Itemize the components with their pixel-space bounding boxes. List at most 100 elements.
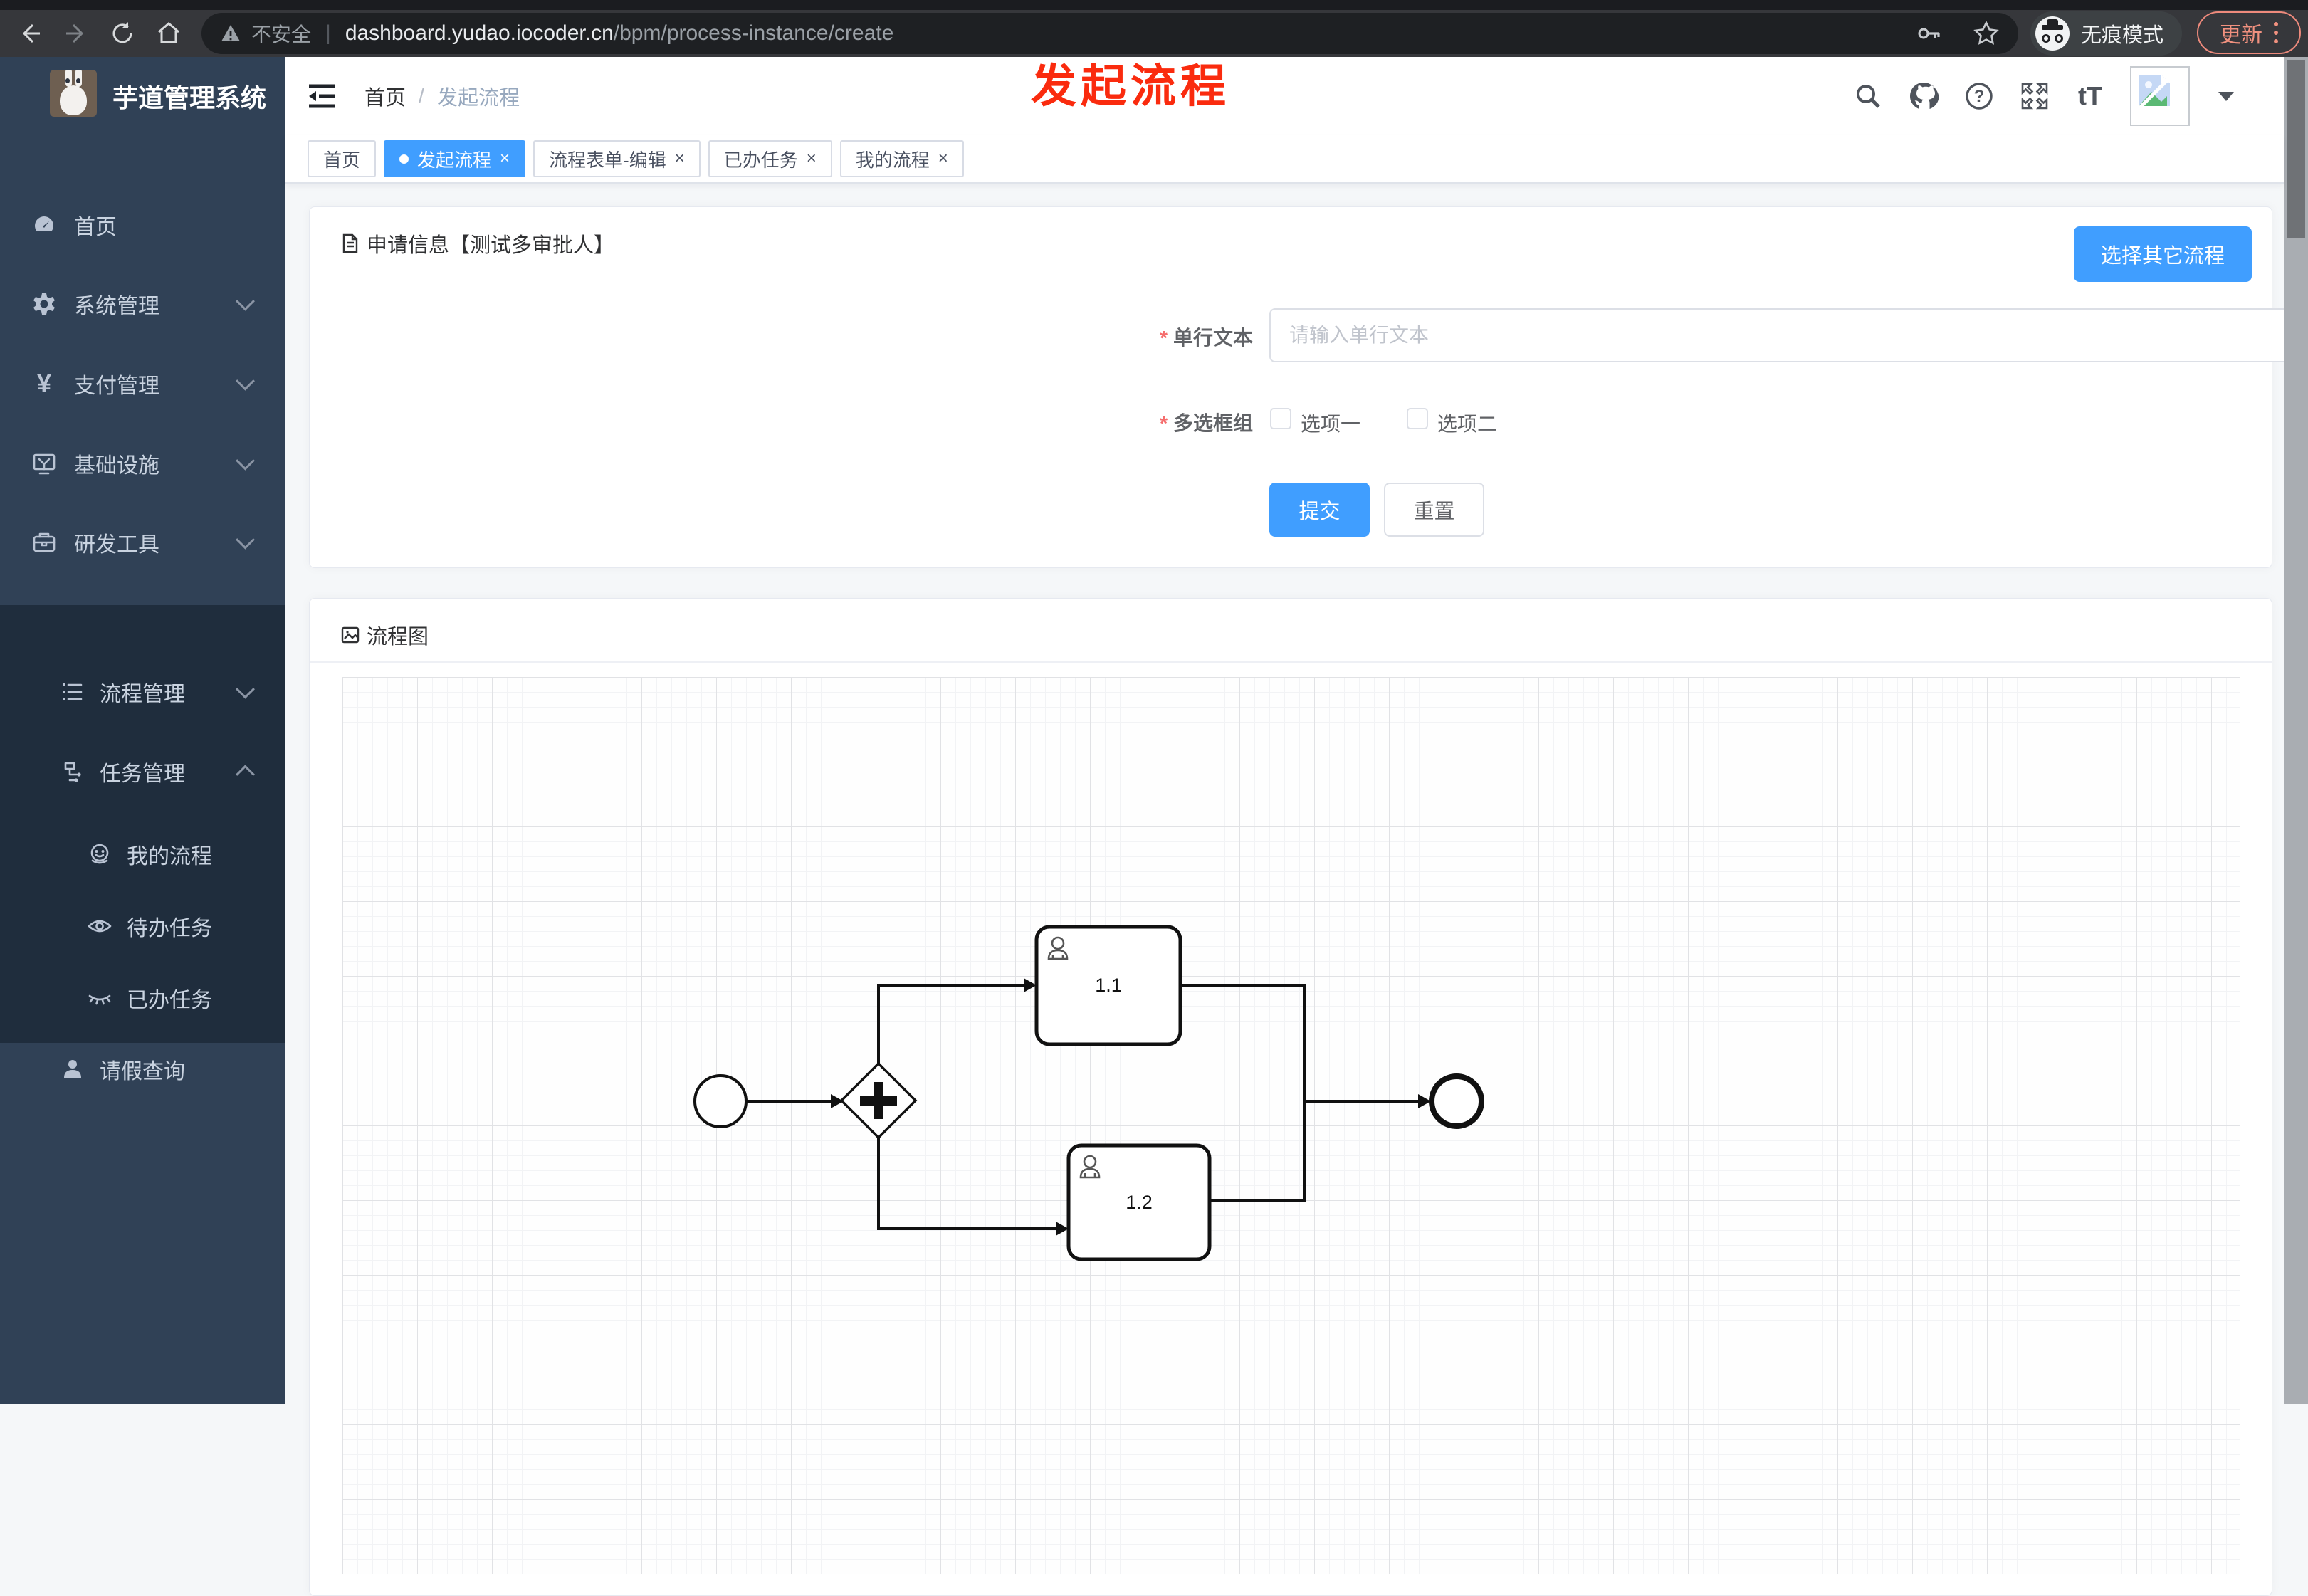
dashboard-icon [28, 211, 60, 238]
task2-label: 1.2 [1126, 1192, 1153, 1213]
app-title: 芋道管理系统 [112, 83, 267, 112]
update-label[interactable]: 更新 [2220, 17, 2262, 48]
chevron-down-icon [236, 530, 255, 550]
sidebar-item-infra[interactable]: 基础设施 [0, 424, 285, 503]
page-scrollbar[interactable] [2284, 57, 2308, 1404]
warning-icon [221, 25, 240, 41]
active-dot-icon [399, 154, 409, 164]
tab-home[interactable]: 首页 [308, 140, 377, 177]
workflow-submenu: 流程管理 任务管理 我的流程 待办任务 已办任务 请假查询 [0, 605, 285, 1083]
end-event [1429, 1073, 1484, 1129]
incognito-icon [2035, 16, 2070, 51]
chevron-down-icon [236, 451, 255, 471]
tab-form-edit[interactable]: 流程表单-编辑 × [533, 140, 701, 177]
breadcrumb-separator: / [419, 84, 425, 107]
single-line-text-input[interactable] [1269, 308, 2308, 362]
checkbox-group-label: * 多选框组 [1160, 412, 1253, 434]
eye-icon [84, 913, 115, 940]
svg-text:?: ? [1974, 87, 1985, 106]
divider [310, 661, 2272, 663]
app-header: 首页 / 发起流程 ? tT [285, 57, 2284, 135]
sidebar-item-payment[interactable]: ¥ 支付管理 [0, 344, 285, 424]
image-icon [341, 626, 360, 644]
sidebar-item-home[interactable]: 首页 [0, 185, 285, 265]
apply-info-panel: 申请信息【测试多审批人】 选择其它流程 *单行文本 *多选框组 选项一 选项二 … [309, 206, 2308, 568]
collapse-sidebar-icon[interactable] [306, 80, 337, 112]
breadcrumb: 首页 / 发起流程 [364, 57, 520, 135]
url-host[interactable]: dashboard.yudao.iocoder.cn [345, 21, 614, 46]
tab-done-tasks[interactable]: 已办任务 × [708, 140, 832, 177]
avatar[interactable] [2130, 66, 2190, 126]
avatar-dropdown-caret[interactable] [2218, 91, 2234, 101]
bpmn-diagram: 1.1 1.2 [693, 925, 1484, 1261]
process-diagram-panel: 流程图 1.1 1.2 [309, 598, 2272, 1596]
checkbox-option-1-label[interactable]: 选项一 [1301, 409, 1360, 437]
close-icon[interactable]: × [807, 150, 817, 167]
checkbox-option-2-label[interactable]: 选项二 [1437, 409, 1497, 437]
checkbox-option-2[interactable] [1407, 408, 1428, 429]
diagram-panel-title: 流程图 [340, 620, 429, 650]
checkbox-option-1[interactable] [1270, 408, 1291, 429]
key-icon[interactable] [1916, 21, 1941, 46]
eye-closed-icon [84, 985, 115, 1012]
chevron-down-icon [236, 371, 255, 391]
github-icon[interactable] [1908, 80, 1939, 112]
forward-icon[interactable] [57, 14, 95, 53]
update-button[interactable]: 更新 [2197, 11, 2301, 54]
fullscreen-icon[interactable] [2019, 80, 2050, 112]
document-icon [342, 233, 358, 253]
yuan-icon: ¥ [36, 369, 52, 398]
reset-button[interactable]: 重置 [1384, 483, 1484, 537]
back-icon[interactable] [11, 14, 49, 53]
url-path[interactable]: /bpm/process-instance/create [614, 21, 894, 46]
home-icon[interactable] [150, 14, 188, 53]
app-logo-row[interactable]: 芋道管理系统 [0, 67, 285, 138]
chevron-down-icon [236, 291, 255, 311]
sidebar-item-leave-query[interactable]: 请假查询 [0, 1034, 285, 1105]
sidebar-item-process-mgmt[interactable]: 流程管理 [0, 652, 285, 732]
sidebar-item-task-mgmt[interactable]: 任务管理 [0, 732, 285, 812]
app-logo [50, 70, 97, 117]
text-field-label: * 单行文本 [1160, 327, 1253, 349]
browser-tab-strip [0, 0, 2308, 10]
url-separator: | [325, 21, 331, 45]
monitor-icon [28, 450, 60, 477]
sidebar-item-done-tasks[interactable]: 已办任务 [0, 962, 285, 1034]
task1-label: 1.1 [1095, 975, 1122, 996]
sidebar-item-my-process[interactable]: 我的流程 [0, 819, 285, 890]
flow-gateway-to-task2 [877, 1137, 1056, 1230]
select-other-process-button[interactable]: 选择其它流程 [2074, 226, 2252, 282]
toolbox-icon [28, 529, 60, 556]
font-size-icon[interactable]: tT [2074, 80, 2106, 112]
gear-icon [28, 290, 60, 317]
sidebar: 芋道管理系统 首页 系统管理 ¥ 支付管理 基础设施 研发工具 流程管理 任务管… [0, 57, 285, 1404]
close-icon[interactable]: × [675, 150, 685, 167]
chevron-down-icon [236, 679, 255, 699]
search-icon[interactable] [1852, 80, 1884, 112]
tab-my-process[interactable]: 我的流程 × [839, 140, 964, 177]
breadcrumb-home[interactable]: 首页 [364, 81, 406, 111]
close-icon[interactable]: × [938, 150, 948, 167]
sidebar-item-todo-tasks[interactable]: 待办任务 [0, 891, 285, 962]
url-bar[interactable]: 不安全 | dashboard.yudao.iocoder.cn/bpm/pro… [201, 13, 2018, 54]
sidebar-item-devtools[interactable]: 研发工具 [0, 503, 285, 582]
close-icon[interactable]: × [500, 150, 510, 167]
scrollbar-thumb[interactable] [2287, 60, 2305, 238]
menu-dots-icon[interactable] [2274, 22, 2278, 43]
bookmark-star-icon[interactable] [1973, 20, 2000, 47]
required-mark: * [1160, 327, 1168, 349]
breadcrumb-current: 发起流程 [437, 87, 520, 110]
tab-create-process[interactable]: 发起流程 × [384, 140, 526, 177]
sidebar-item-system[interactable]: 系统管理 [0, 264, 285, 344]
security-label[interactable]: 不安全 [251, 19, 311, 48]
chevron-up-icon [236, 765, 255, 784]
help-icon[interactable]: ? [1963, 80, 1995, 112]
incognito-badge: 无痕模式 [2030, 11, 2183, 56]
user-icon [57, 1056, 88, 1082]
submit-button[interactable]: 提交 [1269, 483, 1370, 537]
reload-icon[interactable] [103, 14, 142, 53]
org-icon [57, 759, 88, 784]
required-mark: * [1160, 412, 1168, 434]
bpmn-canvas: 1.1 1.2 [342, 677, 2240, 1574]
robot-icon [84, 841, 115, 867]
